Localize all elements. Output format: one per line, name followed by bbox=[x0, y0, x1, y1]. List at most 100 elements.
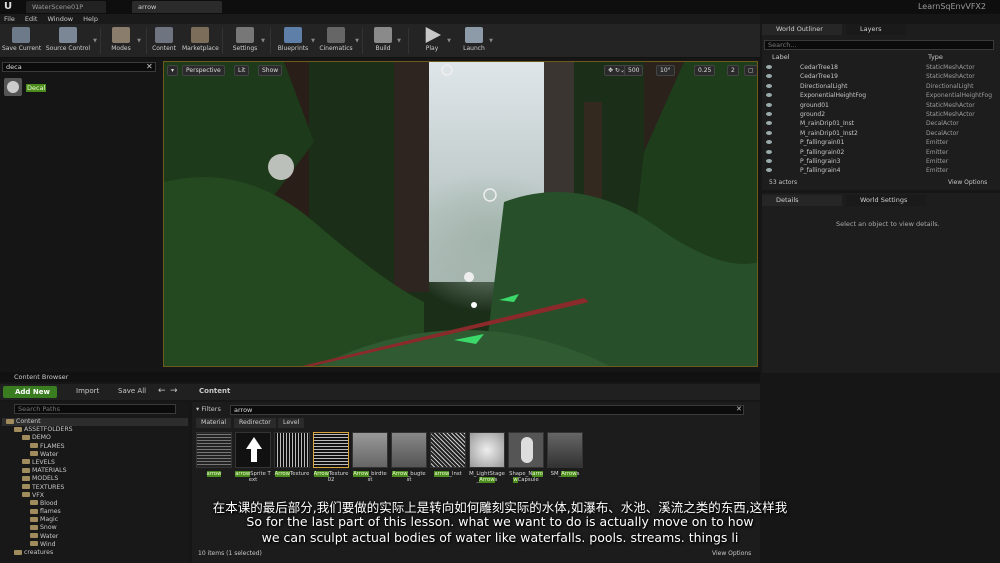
folder-item[interactable]: Content bbox=[2, 418, 188, 427]
launch-button[interactable]: Launch ▼ bbox=[460, 24, 493, 58]
asset-tile[interactable]: SM_Arrows bbox=[547, 432, 583, 488]
visibility-eye-icon[interactable] bbox=[766, 149, 772, 154]
folder-icon bbox=[14, 549, 22, 555]
asset-view-options[interactable]: View Options bbox=[712, 550, 751, 557]
folder-item[interactable]: TEXTURES bbox=[2, 484, 188, 492]
menu-file[interactable]: File bbox=[4, 14, 15, 24]
asset-tile[interactable]: Arrow_bugtest bbox=[391, 432, 427, 488]
outliner-row[interactable]: CedarTree18 StaticMeshActor bbox=[762, 63, 994, 72]
outliner-search-input[interactable]: Search... bbox=[764, 40, 994, 50]
asset-thumbnail bbox=[352, 432, 388, 468]
content-button[interactable]: Content bbox=[150, 24, 178, 58]
content-browser-tab[interactable]: Content Browser bbox=[0, 372, 760, 382]
outliner-row[interactable]: P_fallingrain3 Emitter bbox=[762, 157, 994, 166]
folder-item[interactable]: MODELS bbox=[2, 475, 188, 483]
visibility-eye-icon[interactable] bbox=[766, 111, 772, 116]
folder-item[interactable]: ASSETFOLDERS bbox=[2, 426, 188, 434]
show-button[interactable]: Show bbox=[258, 65, 283, 76]
visibility-eye-icon[interactable] bbox=[766, 93, 772, 98]
rotation-snap-value[interactable]: 10° bbox=[656, 65, 675, 76]
outliner-row[interactable]: ExponentialHeightFog ExponentialHeightFog bbox=[762, 91, 994, 100]
label-column-header[interactable]: Label bbox=[772, 53, 790, 61]
type-column-header[interactable]: Type bbox=[928, 53, 943, 61]
asset-tile[interactable]: Arrow_birdtest bbox=[352, 432, 388, 488]
outliner-row[interactable]: P_fallingrain02 Emitter bbox=[762, 148, 994, 157]
camera-speed-value[interactable]: 2 bbox=[727, 65, 739, 76]
asset-tile[interactable]: arrowSprite Text bbox=[235, 432, 271, 488]
visibility-eye-icon[interactable] bbox=[766, 130, 772, 135]
build-button[interactable]: Build ▼ bbox=[370, 24, 401, 58]
tab-world-settings[interactable]: World Settings bbox=[846, 195, 926, 206]
menu-window[interactable]: Window bbox=[47, 14, 73, 24]
viewport-options-button[interactable]: ▾ bbox=[167, 65, 179, 76]
asset-tab[interactable]: arrow bbox=[132, 1, 222, 13]
play-button[interactable]: Play ▼ bbox=[418, 24, 451, 58]
menu-edit[interactable]: Edit bbox=[25, 14, 38, 24]
folder-icon bbox=[22, 434, 30, 440]
level-tab[interactable]: WaterScene01P bbox=[26, 1, 106, 13]
asset-tile[interactable]: arrow bbox=[196, 432, 232, 488]
outliner-view-options[interactable]: View Options bbox=[948, 179, 987, 186]
folder-icon bbox=[22, 475, 30, 481]
content-browser-toolbar: Add New Import Save All ← → Content bbox=[0, 384, 760, 400]
visibility-eye-icon[interactable] bbox=[766, 158, 772, 163]
asset-tile[interactable]: ArrowTexture bbox=[274, 432, 310, 488]
forward-arrow-icon[interactable]: → bbox=[170, 386, 178, 396]
visibility-eye-icon[interactable] bbox=[766, 121, 772, 126]
folder-item[interactable]: LEVELS bbox=[2, 459, 188, 467]
outliner-row[interactable]: P_fallingrain01 Emitter bbox=[762, 138, 994, 147]
visibility-eye-icon[interactable] bbox=[766, 168, 772, 173]
details-empty-message: Select an object to view details. bbox=[836, 220, 940, 228]
perspective-button[interactable]: Perspective bbox=[182, 65, 225, 76]
maximize-viewport-icon[interactable]: ▢ bbox=[744, 65, 757, 76]
asset-tile[interactable]: M_LightStage_Arrows bbox=[469, 432, 505, 488]
asset-tile[interactable]: ArrowTexture02 bbox=[313, 432, 349, 488]
outliner-row[interactable]: ground01 StaticMeshActor bbox=[762, 101, 994, 110]
modes-button[interactable]: Modes ▼ bbox=[106, 24, 141, 58]
settings-button[interactable]: Settings ▼ bbox=[230, 24, 265, 58]
save-current-button[interactable]: Save Current bbox=[2, 24, 41, 58]
visibility-eye-icon[interactable] bbox=[766, 102, 772, 107]
asset-tile[interactable]: Shape_NarrowCapsule bbox=[508, 432, 544, 488]
breadcrumb-content[interactable]: Content bbox=[199, 387, 230, 395]
folder-item[interactable]: DEMO bbox=[2, 434, 188, 442]
clear-search-icon[interactable]: ✕ bbox=[146, 62, 153, 71]
launch-icon bbox=[465, 27, 483, 43]
source-control-button[interactable]: Source Control ▼ bbox=[44, 24, 97, 58]
outliner-row[interactable]: M_rainDrip01_Inst DecalActor bbox=[762, 119, 994, 128]
blueprints-button[interactable]: Blueprints ▼ bbox=[276, 24, 315, 58]
outliner-row[interactable]: DirectionalLight DirectionalLight bbox=[762, 82, 994, 91]
folder-item[interactable]: creatures bbox=[2, 549, 188, 557]
scale-snap-value[interactable]: 0.25 bbox=[694, 65, 716, 76]
asset-thumbnail bbox=[313, 432, 349, 468]
visibility-eye-icon[interactable] bbox=[766, 83, 772, 88]
back-arrow-icon[interactable]: ← bbox=[158, 386, 166, 396]
save-all-button[interactable]: Save All bbox=[118, 387, 146, 395]
cinematics-button[interactable]: Cinematics ▼ bbox=[318, 24, 359, 58]
outliner-row[interactable]: M_rainDrip01_Inst2 DecalActor bbox=[762, 129, 994, 138]
outliner-row[interactable]: P_fallingrain4 Emitter bbox=[762, 166, 994, 175]
visibility-eye-icon[interactable] bbox=[766, 65, 772, 69]
lit-button[interactable]: Lit bbox=[234, 65, 250, 76]
folder-item[interactable]: FLAMES bbox=[2, 443, 188, 451]
menu-help[interactable]: Help bbox=[83, 14, 98, 24]
modes-search-input[interactable]: deca bbox=[2, 62, 156, 72]
marketplace-button[interactable]: Marketplace bbox=[182, 24, 219, 58]
tab-world-outliner[interactable]: World Outliner bbox=[762, 24, 842, 35]
tab-details[interactable]: Details bbox=[762, 195, 842, 206]
asset-tile[interactable]: arrow_Inst bbox=[430, 432, 466, 488]
tab-layers[interactable]: Layers bbox=[846, 24, 906, 35]
folder-item[interactable]: MATERIALS bbox=[2, 467, 188, 475]
visibility-eye-icon[interactable] bbox=[766, 140, 772, 145]
grid-snap-value[interactable]: 500 bbox=[624, 65, 644, 76]
search-paths-input[interactable]: Search Paths bbox=[14, 404, 176, 414]
visibility-eye-icon[interactable] bbox=[766, 74, 772, 79]
outliner-row[interactable]: CedarTree19 StaticMeshActor bbox=[762, 72, 994, 81]
add-new-button[interactable]: Add New bbox=[3, 386, 57, 398]
level-viewport[interactable]: ▾ Perspective Lit Show ✥ ↻ ⤢ 500 10° 0.2… bbox=[163, 61, 758, 367]
import-button[interactable]: Import bbox=[76, 387, 99, 395]
asset-thumbnail bbox=[391, 432, 427, 468]
folder-item[interactable]: Water bbox=[2, 451, 188, 459]
decal-result-item[interactable]: Decal bbox=[26, 84, 47, 92]
outliner-row[interactable]: ground2 StaticMeshActor bbox=[762, 110, 994, 119]
